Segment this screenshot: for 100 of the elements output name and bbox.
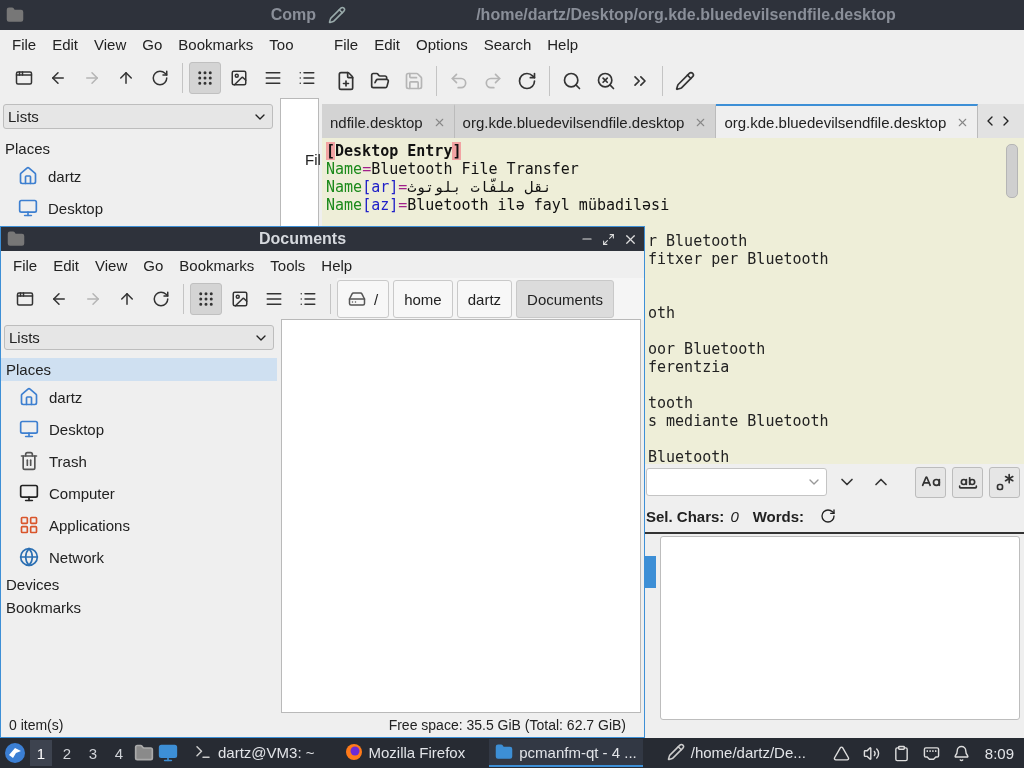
task-button[interactable]: pcmanfm-qt - 4 ... (489, 739, 643, 767)
notification-icon[interactable] (953, 744, 971, 762)
place-label: Applications (49, 516, 130, 534)
trash-icon (19, 451, 39, 471)
menu-item[interactable]: Go (134, 35, 171, 53)
path-button[interactable]: Documents (516, 280, 614, 318)
folder-icon[interactable] (134, 743, 154, 763)
code-line: ferentzia (648, 358, 730, 376)
menu-item[interactable]: Help (539, 35, 587, 53)
menu-item[interactable]: Options (408, 35, 476, 53)
workspace-button[interactable]: 1 (30, 740, 52, 766)
desktop-icon (18, 198, 38, 218)
task-button[interactable]: /home/dartz/De... (660, 739, 812, 767)
free-space-text: Free space: 35.5 GiB (Total: 62.7 GiB) (388, 717, 626, 733)
folder-icon (6, 6, 24, 24)
computer-icon (19, 483, 39, 503)
sidebar-place-item[interactable]: dartz (0, 160, 276, 192)
sidebar-section-header[interactable]: Bookmarks (1, 596, 277, 619)
desktop-icon (19, 419, 39, 439)
menu-item[interactable]: File (5, 256, 46, 274)
task-button[interactable]: Mozilla Firefox (338, 739, 472, 767)
whole-word-button[interactable] (952, 466, 983, 498)
words-label: Words: (752, 507, 805, 525)
place-label: Network (49, 548, 104, 566)
path-button[interactable]: / (337, 280, 390, 318)
place-label: Trash (49, 452, 87, 470)
workspace-button[interactable]: 3 (82, 740, 104, 766)
editor-tab[interactable]: org.kde.bluedevilsendfile.desktop (716, 104, 979, 138)
menu-item[interactable]: View (87, 256, 136, 274)
sidebar-place-item[interactable]: Desktop (0, 192, 276, 224)
browser-icon (344, 743, 363, 761)
regex-button[interactable] (989, 466, 1020, 498)
editor-tab[interactable]: org.kde.bluedevilsendfile.desktop (454, 104, 717, 138)
menu-item[interactable]: Tools (262, 256, 314, 274)
refresh-icon[interactable] (820, 508, 837, 524)
apps-icon (19, 515, 39, 535)
sel-chars-value: 0 (730, 507, 739, 525)
code-line: fitxer per Bluetooth (648, 250, 829, 268)
menu-item[interactable]: Go (135, 256, 172, 274)
sidebar-place-item[interactable]: Network (1, 541, 277, 573)
menu-item[interactable]: Bookmarks (170, 35, 262, 53)
menu-item[interactable]: File (4, 35, 45, 53)
menu-item[interactable]: View (86, 35, 135, 53)
menu-item[interactable]: Edit (44, 35, 87, 53)
editor-tab[interactable]: ndfile.desktop (322, 104, 455, 138)
clock: 8:09 (983, 744, 1015, 762)
menu-item[interactable]: Too (261, 35, 302, 53)
maximize-icon[interactable] (602, 232, 615, 246)
place-label: dartz (49, 388, 83, 406)
menu-item[interactable]: Help (313, 256, 361, 274)
clipboard-icon[interactable] (893, 744, 911, 762)
place-label: Computer (49, 484, 115, 502)
menu-item[interactable]: Edit (366, 35, 409, 53)
sidebar-place-item[interactable]: Computer (1, 477, 277, 509)
sel-chars-label: Sel. Chars: (646, 507, 725, 525)
up-arrow-icon[interactable] (833, 744, 851, 762)
side-pane-dropdown[interactable]: Lists (4, 325, 274, 350)
side-pane-dropdown[interactable]: Lists (3, 104, 273, 129)
folder-icon (495, 743, 514, 761)
code-line: tooth (648, 394, 694, 412)
code-line: r Bluetooth (648, 232, 748, 250)
grid-view-button[interactable] (189, 62, 221, 94)
window-title: Comp (269, 6, 316, 24)
path-button[interactable]: dartz (456, 280, 513, 318)
regex-icon (994, 472, 1015, 492)
drive-icon (348, 290, 366, 308)
scrollbar-thumb[interactable] (1006, 144, 1018, 198)
code-line: s mediante Bluetooth (648, 412, 829, 430)
terminal-icon (194, 743, 212, 761)
place-label: dartz (48, 167, 82, 185)
path-button[interactable]: home (393, 280, 453, 318)
case-sensitive-button[interactable] (915, 466, 946, 498)
start-menu-icon[interactable] (4, 742, 26, 764)
workspace-button[interactable]: 2 (56, 740, 78, 766)
sidebar-section-header[interactable]: Places (1, 358, 277, 381)
menu-item[interactable]: Search (475, 35, 540, 53)
sidebar-place-item[interactable]: Trash (1, 445, 277, 477)
code-line: Name=Bluetooth File Transfer (326, 160, 580, 178)
file-label: Fil (305, 151, 321, 168)
search-combo-field[interactable] (646, 468, 827, 496)
place-label: Desktop (49, 420, 105, 438)
editor-app-icon (328, 6, 346, 24)
sidebar-place-item[interactable]: Applications (1, 509, 277, 541)
menu-item[interactable]: Edit (45, 256, 88, 274)
home-folder-icon (19, 387, 39, 407)
sidebar-section-header[interactable]: Devices (1, 573, 277, 596)
sidebar-place-item[interactable]: dartz (1, 381, 277, 413)
menu-item[interactable]: Bookmarks (171, 256, 263, 274)
task-button[interactable]: dartz@VM3: ~ (188, 739, 321, 767)
menu-item[interactable]: File (326, 35, 367, 53)
volume-icon[interactable] (863, 744, 881, 762)
network-icon[interactable] (923, 744, 941, 762)
desktop-icon[interactable] (158, 743, 178, 763)
sidebar-place-item[interactable]: Desktop (1, 413, 277, 445)
sidebar-section-header[interactable]: Places (0, 137, 276, 160)
window-title: /home/dartz/Desktop/org.kde.bluedevilsendfile.desktop (475, 6, 897, 24)
workspace-button[interactable]: 4 (108, 740, 130, 766)
grid-view-button[interactable] (190, 283, 222, 315)
code-line: Name[az]=Bluetooth ilə fayl mübadiləsi (326, 196, 671, 214)
home-folder-icon (18, 166, 38, 186)
